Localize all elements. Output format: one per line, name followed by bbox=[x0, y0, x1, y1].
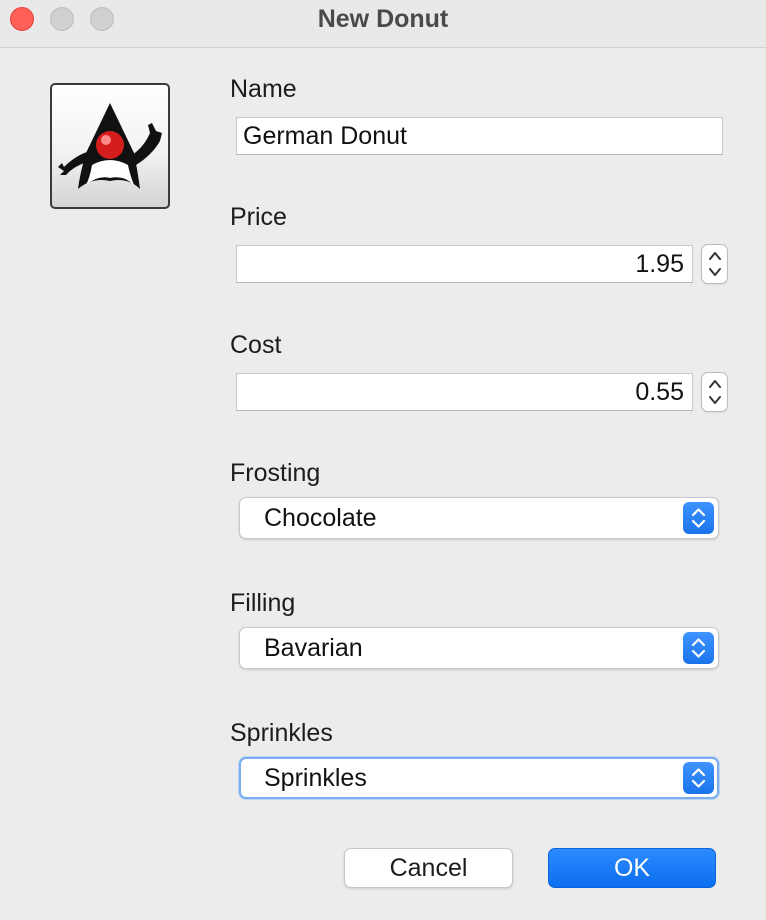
price-stepper[interactable] bbox=[701, 244, 728, 284]
frosting-label: Frosting bbox=[230, 459, 321, 487]
cancel-button[interactable]: Cancel bbox=[344, 848, 513, 888]
cost-stepper[interactable] bbox=[701, 372, 728, 412]
title-bar: New Donut bbox=[0, 0, 766, 48]
select-arrows-icon bbox=[683, 632, 714, 664]
stepper-arrows-icon bbox=[709, 380, 721, 404]
select-arrows-icon bbox=[683, 762, 714, 794]
price-field[interactable]: 1.95 bbox=[236, 245, 693, 283]
select-arrows-icon bbox=[683, 502, 714, 534]
frosting-select[interactable]: Chocolate bbox=[239, 497, 719, 539]
sprinkles-label: Sprinkles bbox=[230, 719, 333, 747]
sprinkles-selected-value: Sprinkles bbox=[264, 764, 367, 792]
name-label: Name bbox=[230, 75, 297, 103]
window-title: New Donut bbox=[317, 5, 449, 33]
price-label: Price bbox=[230, 203, 287, 231]
cost-label: Cost bbox=[230, 331, 282, 359]
cost-field[interactable]: 0.55 bbox=[236, 373, 693, 411]
sprinkles-select[interactable]: Sprinkles bbox=[239, 757, 719, 799]
filling-label: Filling bbox=[230, 589, 296, 617]
filling-selected-value: Bavarian bbox=[264, 634, 363, 662]
ok-button[interactable]: OK bbox=[548, 848, 716, 888]
frosting-selected-value: Chocolate bbox=[264, 504, 377, 532]
filling-select[interactable]: Bavarian bbox=[239, 627, 719, 669]
name-field[interactable]: German Donut bbox=[236, 117, 723, 155]
stepper-arrows-icon bbox=[709, 252, 721, 276]
duke-mascot-icon bbox=[50, 83, 170, 209]
